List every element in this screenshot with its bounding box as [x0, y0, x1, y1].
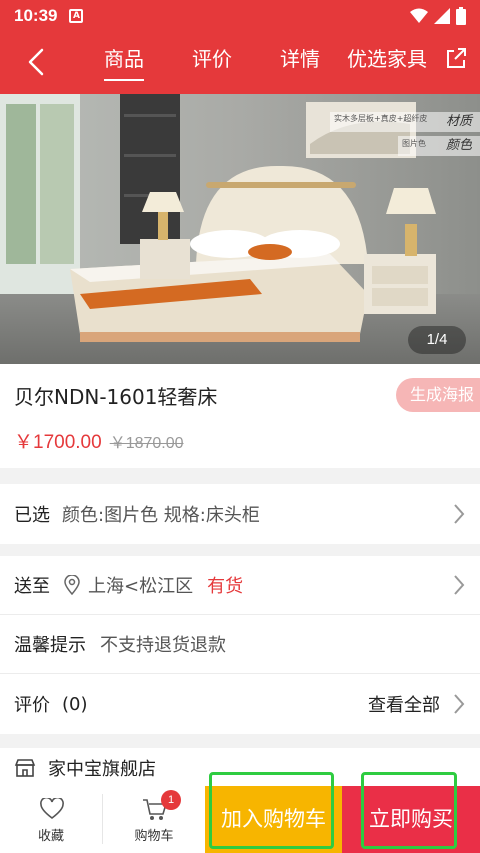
- material-label: 材质: [446, 114, 473, 129]
- add-to-cart-button[interactable]: 加入购物车: [205, 786, 342, 853]
- view-all-reviews-link[interactable]: 查看全部: [368, 691, 440, 717]
- material-detail-label: 实木多层板+真皮+超纤皮: [334, 114, 428, 123]
- favorite-label: 收藏: [37, 829, 64, 844]
- chevron-right-icon: [454, 694, 465, 714]
- current-price: ￥1700.00: [14, 432, 102, 453]
- battery-icon: [456, 7, 466, 25]
- image-counter: 1/4: [408, 326, 466, 354]
- status-icons: [410, 7, 466, 25]
- tab-product[interactable]: 商品: [104, 43, 144, 81]
- bed-product-image: [0, 94, 480, 364]
- price-row: ￥1700.00 ￥1870.00: [14, 427, 184, 454]
- product-image-carousel[interactable]: 实木多层板+真皮+超纤皮 材质 图片色 颜色 1/4: [0, 94, 480, 364]
- store-name: 家中宝旗舰店: [48, 759, 156, 780]
- cart-label: 购物车: [134, 829, 174, 844]
- buy-now-button[interactable]: 立即购买: [342, 786, 480, 853]
- cart-count-badge: 1: [161, 790, 181, 810]
- stock-status: 有货: [207, 576, 244, 597]
- back-arrow-icon[interactable]: [22, 46, 54, 78]
- generate-poster-button[interactable]: 生成海报: [396, 378, 480, 412]
- tab-reviews[interactable]: 评价: [192, 43, 232, 72]
- top-nav: 商品 评价 详情 优选家具: [0, 32, 480, 94]
- delivery-label: 送至: [14, 576, 50, 597]
- favorite-button[interactable]: 收藏: [0, 786, 102, 853]
- notice-value: 不支持退货退款: [100, 635, 226, 656]
- reviews-label: 评价: [14, 695, 50, 716]
- location-pin-icon: [64, 575, 80, 595]
- tab-details[interactable]: 详情: [280, 43, 320, 72]
- selected-spec-row[interactable]: 已选 颜色:图片色 规格:床头柜: [0, 484, 480, 544]
- reviews-row[interactable]: 评价 (0) 查看全部: [0, 674, 480, 734]
- status-time: 10:39: [14, 6, 58, 25]
- delivery-row[interactable]: 送至 上海<松江区 有货: [0, 556, 480, 614]
- tab-furniture[interactable]: 优选家具: [347, 43, 427, 72]
- notice-label: 温馨提示: [14, 635, 86, 656]
- cart-button[interactable]: 1 购物车: [103, 786, 205, 853]
- color-detail-label: 图片色: [402, 139, 426, 148]
- signal-icon: [434, 8, 450, 24]
- store-icon: [14, 759, 36, 777]
- notice-row: 温馨提示 不支持退货退款: [0, 615, 480, 673]
- delivery-location: 上海<松江区: [88, 576, 194, 597]
- wifi-icon: [410, 8, 428, 23]
- chevron-right-icon: [454, 504, 465, 524]
- store-row[interactable]: 家中宝旗舰店: [0, 748, 480, 788]
- product-info: 贝尔NDN-1601轻奢床 生成海报 ￥1700.00 ￥1870.00: [0, 364, 480, 468]
- reviews-count: (0): [62, 693, 88, 715]
- chevron-right-icon: [454, 575, 465, 595]
- color-label: 颜色: [446, 138, 473, 153]
- product-title: 贝尔NDN-1601轻奢床: [14, 385, 218, 409]
- bottom-action-bar: 收藏 1 购物车 加入购物车 立即购买: [0, 786, 480, 853]
- selected-value: 颜色:图片色 规格:床头柜: [62, 505, 260, 526]
- original-price: ￥1870.00: [109, 435, 184, 452]
- heart-icon: [40, 798, 64, 820]
- status-bar: 10:39 A: [0, 0, 480, 32]
- notification-a-icon: A: [69, 9, 84, 23]
- selected-label: 已选: [14, 505, 50, 526]
- share-icon[interactable]: [444, 46, 468, 70]
